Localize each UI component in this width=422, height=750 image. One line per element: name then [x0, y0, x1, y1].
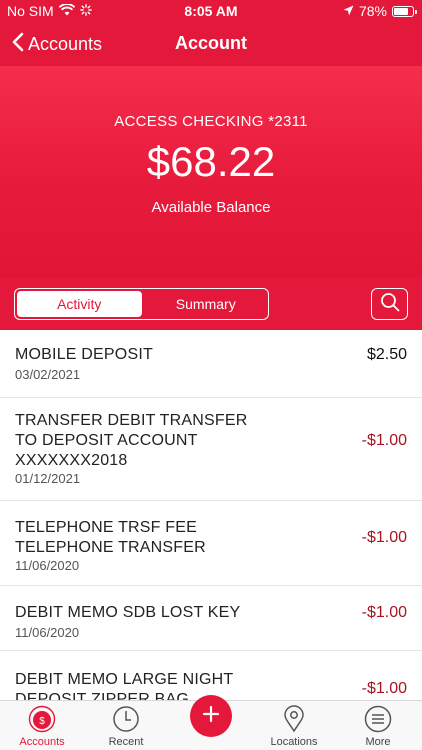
- transaction-date: 01/12/2021: [15, 471, 81, 486]
- account-name: ACCESS CHECKING *2311: [114, 113, 308, 130]
- status-right: 78%: [343, 3, 417, 19]
- transaction-row[interactable]: DEBIT MEMO LARGE NIGHT DEPOSIT ZIPPER BA…: [0, 651, 422, 700]
- tab-accounts-label: Accounts: [19, 736, 65, 748]
- balance-label: Available Balance: [151, 199, 271, 216]
- tab-more[interactable]: More: [336, 705, 420, 748]
- navigation-bar: Accounts Account: [0, 22, 422, 66]
- transaction-amount: -$1.00: [361, 604, 407, 621]
- transaction-description: DEBIT MEMO LARGE NIGHT DEPOSIT ZIPPER BA…: [15, 671, 234, 700]
- balance-amount: $68.22: [146, 138, 276, 185]
- menu-icon: [364, 705, 392, 733]
- segmented-control: Activity Summary: [14, 288, 269, 320]
- transaction-description: MOBILE DEPOSIT: [15, 346, 153, 363]
- balance-panel: ACCESS CHECKING *2311 $68.22 Available B…: [0, 66, 422, 278]
- transaction-date: 03/02/2021: [15, 367, 81, 382]
- transaction-row[interactable]: DEBIT MEMO SDB LOST KEY 11/06/2020 -$1.0…: [0, 586, 422, 651]
- transaction-date: 11/06/2020: [15, 558, 80, 573]
- location-pin-icon: [280, 705, 308, 733]
- tab-summary[interactable]: Summary: [144, 289, 269, 319]
- tab-locations-label: Locations: [270, 736, 318, 748]
- search-icon: [380, 292, 400, 317]
- transaction-row[interactable]: TRANSFER DEBIT TRANSFER TO DEPOSIT ACCOU…: [0, 398, 422, 501]
- tab-more-label: More: [365, 736, 391, 748]
- transaction-amount: -$1.00: [361, 680, 407, 697]
- transaction-date: 11/06/2020: [15, 625, 80, 640]
- battery-percent: 78%: [358, 3, 387, 19]
- transaction-description: DEBIT MEMO SDB LOST KEY: [15, 604, 241, 621]
- dollar-circle-icon: $: [28, 705, 56, 733]
- tab-activity[interactable]: Activity: [17, 291, 142, 317]
- search-button[interactable]: [371, 288, 408, 320]
- add-button[interactable]: [190, 695, 232, 737]
- page-title: Account: [175, 33, 247, 53]
- transaction-amount: $2.50: [366, 346, 407, 363]
- location-arrow-icon: [343, 3, 354, 19]
- status-bar: No SIM 8:05 AM 78%: [0, 0, 422, 22]
- clock-icon: [112, 705, 140, 733]
- tab-accounts[interactable]: $ Accounts: [0, 705, 84, 748]
- transaction-description: TELEPHONE TRSF FEE TELEPHONE TRANSFER: [15, 519, 206, 556]
- plus-icon: [202, 705, 220, 728]
- battery-icon: [392, 5, 417, 17]
- tab-recent-label: Recent: [108, 736, 144, 748]
- svg-text:$: $: [39, 716, 45, 727]
- tab-locations[interactable]: Locations: [252, 705, 336, 748]
- transaction-description: TRANSFER DEBIT TRANSFER TO DEPOSIT ACCOU…: [15, 412, 248, 469]
- tab-recent[interactable]: Recent: [84, 705, 168, 748]
- transaction-amount: -$1.00: [361, 432, 407, 449]
- transaction-amount: -$1.00: [361, 529, 407, 546]
- transaction-row[interactable]: TELEPHONE TRSF FEE TELEPHONE TRANSFER 11…: [0, 501, 422, 586]
- transaction-list: MOBILE DEPOSIT 03/02/2021 $2.50 TRANSFER…: [0, 330, 422, 700]
- view-toggle-strip: Activity Summary: [0, 278, 422, 330]
- transaction-row[interactable]: MOBILE DEPOSIT 03/02/2021 $2.50: [0, 330, 422, 398]
